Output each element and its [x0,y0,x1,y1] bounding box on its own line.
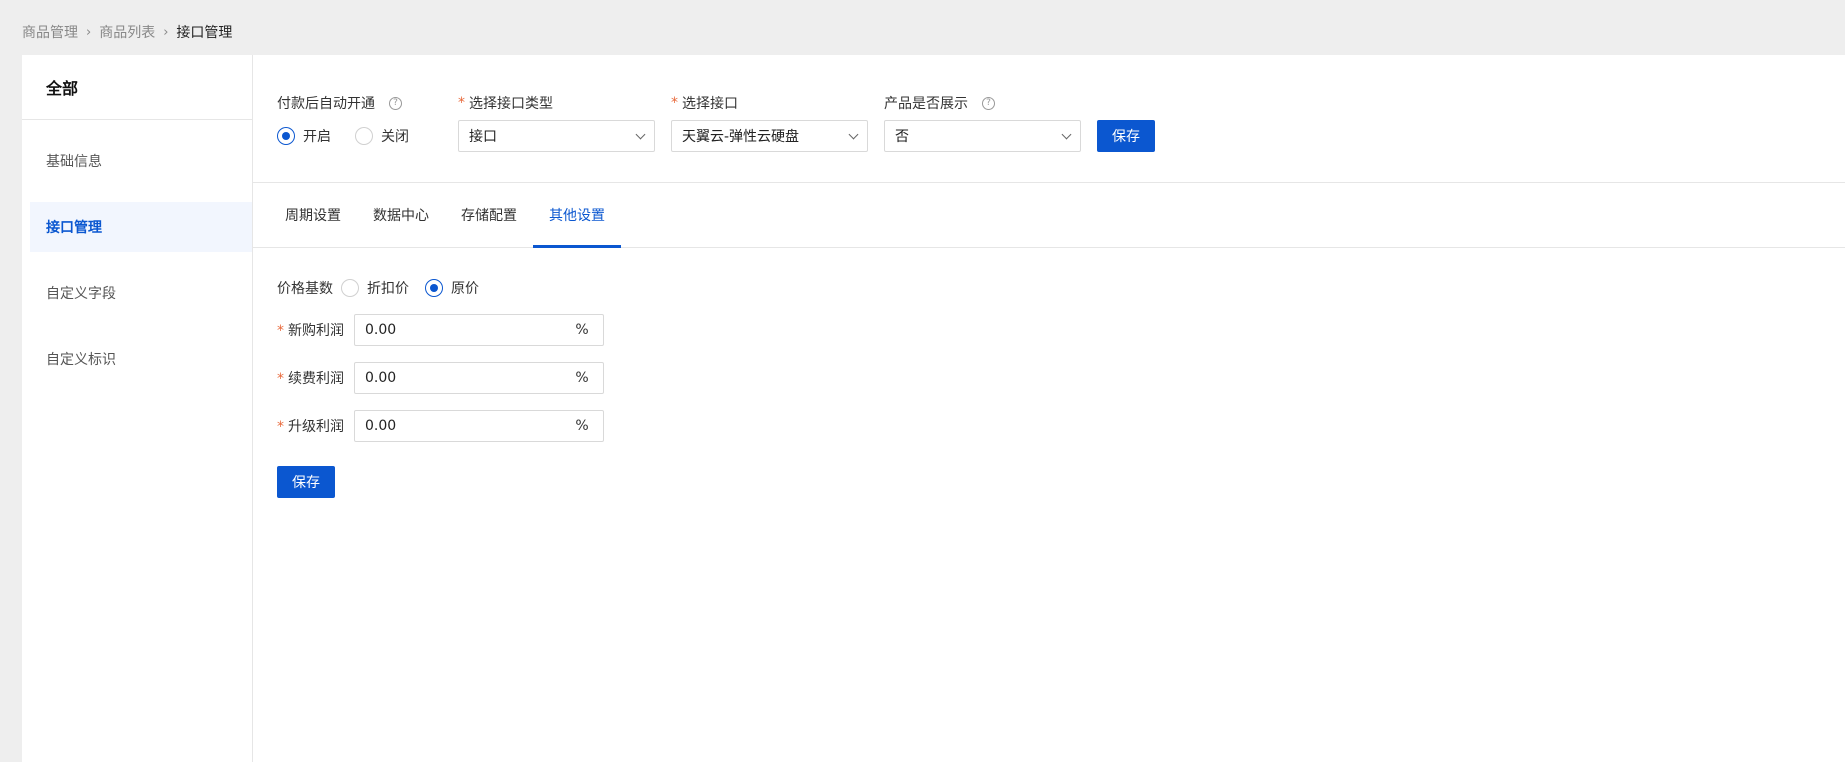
profit-label-text: 升级利润 [288,419,344,435]
main-content: 付款后自动开通 ? 开启 关闭 * 选择接口类型 接口 * 选择接口 天翼云-弹… [253,55,1845,762]
interface-select[interactable]: 天翼云-弹性云硬盘 [671,120,868,152]
interface-form: 付款后自动开通 ? 开启 关闭 * 选择接口类型 接口 * 选择接口 天翼云-弹… [253,55,1845,183]
radio-label: 开启 [303,129,331,145]
percent-unit: % [575,418,589,434]
interface-field: * 选择接口 天翼云-弹性云硬盘 [671,92,868,182]
renewal-profit-input[interactable] [365,370,571,386]
breadcrumb-separator-icon: › [163,24,169,40]
breadcrumb: 商品管理 › 商品列表 › 接口管理 [22,22,232,42]
chevron-down-icon [848,129,859,139]
upgrade-profit-row: *升级利润 % [277,410,1845,442]
price-base-radio-discount[interactable]: 折扣价 [341,278,409,298]
other-settings-panel: 价格基数 折扣价 原价 *新购利润 % [253,248,1845,498]
display-label: 产品是否展示 [884,96,968,112]
price-base-row: 价格基数 折扣价 原价 [277,278,1845,298]
renewal-profit-row: *续费利润 % [277,362,1845,394]
select-value: 天翼云-弹性云硬盘 [682,129,800,145]
sidebar-nav: 基础信息 接口管理 自定义字段 自定义标识 [22,120,252,384]
display-field: 产品是否展示 ? 否 [884,92,1081,182]
sidebar-item-custom-tags[interactable]: 自定义标识 [30,334,252,384]
radio-label: 原价 [451,281,479,297]
sidebar-item-basic-info[interactable]: 基础信息 [30,136,252,186]
radio-unchecked-icon [355,127,373,145]
auto-open-radio-group: 开启 关闭 [277,120,442,152]
profit-label-text: 新购利润 [288,323,344,339]
interface-type-label: 选择接口类型 [469,96,553,112]
new-purchase-profit-input-wrap: % [354,314,604,346]
tab-period-settings[interactable]: 周期设置 [269,183,357,247]
auto-open-label: 付款后自动开通 [277,96,375,112]
radio-unchecked-icon [341,279,359,297]
breadcrumb-current: 接口管理 [176,25,233,41]
breadcrumb-item-product-list[interactable]: 商品列表 [99,22,155,42]
required-mark: * [277,419,284,435]
required-mark: * [277,371,284,387]
new-purchase-profit-input[interactable] [365,322,571,338]
select-value: 接口 [469,129,497,145]
percent-unit: % [575,322,589,338]
sidebar-item-interface-mgmt[interactable]: 接口管理 [30,202,252,252]
breadcrumb-separator-icon: › [86,24,92,40]
interface-type-field: * 选择接口类型 接口 [458,92,655,182]
breadcrumb-item-product-mgmt[interactable]: 商品管理 [22,22,78,42]
settings-tabs: 周期设置 数据中心 存储配置 其他设置 [253,183,1845,248]
save-settings-button[interactable]: 保存 [277,466,335,498]
auto-open-radio-on[interactable]: 开启 [277,126,331,146]
help-icon[interactable]: ? [389,96,402,110]
sidebar: 全部 基础信息 接口管理 自定义字段 自定义标识 [22,55,253,762]
tab-storage-config[interactable]: 存储配置 [445,183,533,247]
new-purchase-profit-row: *新购利润 % [277,314,1845,346]
interface-type-select[interactable]: 接口 [458,120,655,152]
tab-data-center[interactable]: 数据中心 [357,183,445,247]
help-icon[interactable]: ? [982,96,995,110]
interface-type-label-row: * 选择接口类型 [458,92,655,114]
tab-other-settings[interactable]: 其他设置 [533,183,621,248]
percent-unit: % [575,370,589,386]
renewal-profit-label: * 续费利润 [277,368,354,388]
auto-open-radio-off[interactable]: 关闭 [355,126,409,146]
sidebar-item-custom-fields[interactable]: 自定义字段 [30,268,252,318]
new-purchase-profit-label: * 新购利润 [277,320,354,340]
required-mark: * [671,95,678,111]
required-mark: * [277,323,284,339]
auto-open-field: 付款后自动开通 ? 开启 关闭 [277,92,442,182]
display-label-row: 产品是否展示 ? [884,92,1081,114]
upgrade-profit-input[interactable] [365,418,571,434]
profit-label-text: 续费利润 [288,371,344,387]
select-value: 否 [895,129,909,145]
renewal-profit-input-wrap: % [354,362,604,394]
main-panel: 全部 基础信息 接口管理 自定义字段 自定义标识 付款后自动开通 ? 开启 关闭… [22,55,1845,762]
radio-label: 折扣价 [367,281,409,297]
sidebar-title: 全部 [22,55,252,120]
price-base-radio-original[interactable]: 原价 [425,278,479,298]
radio-label: 关闭 [381,129,409,145]
required-mark: * [458,95,465,111]
auto-open-label-row: 付款后自动开通 ? [277,92,442,114]
radio-checked-icon [425,279,443,297]
interface-label-row: * 选择接口 [671,92,868,114]
interface-label: 选择接口 [682,96,738,112]
chevron-down-icon [1061,129,1072,139]
save-interface-button[interactable]: 保存 [1097,120,1155,152]
upgrade-profit-input-wrap: % [354,410,604,442]
radio-checked-icon [277,127,295,145]
display-select[interactable]: 否 [884,120,1081,152]
price-base-label: 价格基数 [277,281,333,297]
upgrade-profit-label: * 升级利润 [277,416,354,436]
chevron-down-icon [635,129,646,139]
